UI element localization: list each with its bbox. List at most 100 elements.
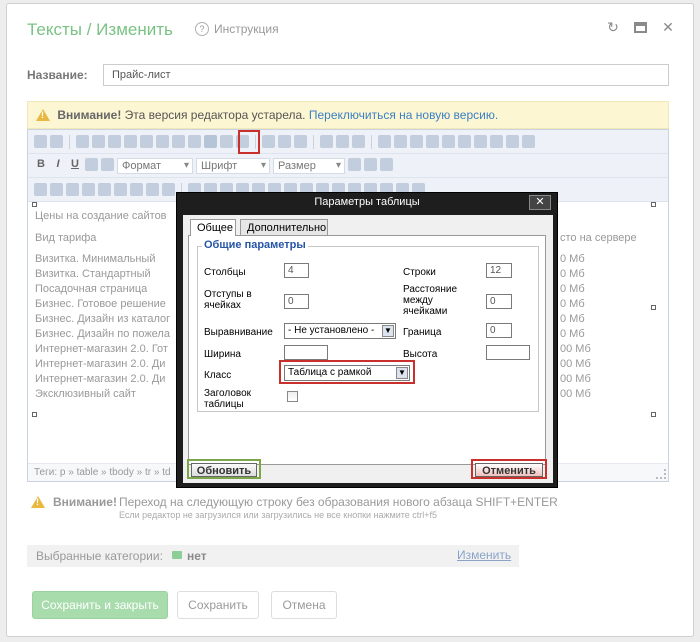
table-cell: 0 Мб [560,268,585,280]
tab-advanced[interactable]: Дополнительно [240,219,328,235]
resize-handle[interactable] [32,412,37,417]
italic-button[interactable]: I [51,158,65,171]
insert-media-icon[interactable] [92,135,105,148]
fieldset-legend: Общие параметры [202,239,308,251]
size-select[interactable]: Размер [273,158,345,174]
close-icon[interactable]: ✕ [661,20,675,34]
format-select[interactable]: Формат [117,158,193,174]
fullscreen-icon[interactable] [442,135,455,148]
table-row: Визитка. Стандартный [35,268,151,280]
print-icon[interactable] [474,135,487,148]
font-color-icon[interactable] [348,158,361,171]
paste-text-icon[interactable] [146,183,159,196]
border-input[interactable] [486,323,512,338]
replace-icon[interactable] [506,135,519,148]
numbered-list-icon[interactable] [50,135,63,148]
cellpadding-label: Отступы в ячейках [204,289,252,311]
bold-button[interactable]: B [34,158,48,171]
rows-input[interactable] [486,263,512,278]
html-icon[interactable] [188,135,201,148]
preview-icon[interactable] [458,135,471,148]
cut-icon[interactable] [82,183,95,196]
layer-icon[interactable] [394,135,407,148]
insert-row-icon[interactable] [220,135,233,148]
strikethrough-icon[interactable] [85,158,98,171]
cellspacing-input[interactable] [486,294,512,309]
tab-general[interactable]: Общее [190,219,236,236]
warning-icon [31,496,45,508]
table-row: Бизнес. Дизайн по пожела [35,328,170,340]
change-categories-link[interactable]: Изменить [457,548,511,562]
save-button[interactable]: Сохранить [177,591,259,619]
redo-icon[interactable] [50,183,63,196]
paste-word2-icon[interactable] [162,183,175,196]
help-icon: ? [195,22,209,36]
resize-handle[interactable] [651,305,656,310]
copy-icon[interactable] [114,183,127,196]
update-button[interactable]: Обновить [187,459,261,479]
cancel-button[interactable]: Отмена [271,591,337,619]
tab-panel-general: Общие параметры Столбцы Строки Отступы в… [188,235,546,465]
name-row: Название: [27,64,671,88]
abbr-icon[interactable] [426,135,439,148]
header-checkbox[interactable] [287,391,298,402]
resize-handle[interactable] [651,412,656,417]
width-label: Ширина [204,349,241,360]
delete-col-icon[interactable] [278,135,291,148]
cell-props-icon[interactable] [336,135,349,148]
name-label: Название: [27,68,88,82]
underline-button[interactable]: U [68,158,82,171]
width-input[interactable] [284,345,328,360]
refresh-icon[interactable]: ↻ [606,20,620,34]
table-properties-icon[interactable] [204,135,217,148]
columns-input[interactable] [284,263,309,278]
paste-word-icon[interactable] [522,135,535,148]
font-select[interactable]: Шрифт [196,158,270,174]
link-icon[interactable] [140,135,153,148]
dialog-cancel-button[interactable]: Отменить [471,459,547,479]
class-select[interactable]: Таблица с рамкой ▼ [284,365,410,381]
hr-icon[interactable] [98,183,111,196]
name-input[interactable] [103,64,669,86]
table-cell: 0 Мб [560,253,585,265]
insert-image-icon[interactable] [76,135,89,148]
dialog-close-icon[interactable]: ✕ [529,195,551,210]
table-cell: 0 Мб [560,298,585,310]
help-link[interactable]: ? Инструкция [195,22,279,36]
row-props-icon[interactable] [352,135,365,148]
style-icon[interactable] [410,135,423,148]
split-cells-icon[interactable] [320,135,333,148]
maximize-icon[interactable] [634,22,647,33]
merge-cells-icon[interactable] [294,135,307,148]
warning-icon [36,109,50,121]
paste-icon[interactable] [130,183,143,196]
table-cell: 00 Мб [560,388,591,400]
resize-handle[interactable] [32,202,37,207]
unlink-icon[interactable] [156,135,169,148]
bg-color-icon[interactable] [364,158,377,171]
save-and-close-button[interactable]: Сохранить и закрыть [32,591,168,619]
insert-col-icon[interactable] [262,135,275,148]
switch-editor-link[interactable]: Переключиться на новую версию. [309,108,498,122]
anchor-icon[interactable] [172,135,185,148]
bullet-list-icon[interactable] [34,135,47,148]
undo-icon[interactable] [34,183,47,196]
remove-format-icon[interactable] [101,158,114,171]
height-input[interactable] [486,345,530,360]
rows-label: Строки [403,267,436,278]
edit-image-icon[interactable] [124,135,137,148]
template-icon[interactable] [378,135,391,148]
resize-handle[interactable] [651,202,656,207]
align-select[interactable]: - Не установлено - ▼ [284,323,396,339]
hint-subtext: Если редактор не загрузился или загрузил… [119,510,438,520]
toolbar-row-1 [28,130,668,154]
spellcheck-icon[interactable] [108,135,121,148]
page-title: Тексты / Изменить [27,20,173,39]
find-icon[interactable] [490,135,503,148]
outdated-editor-warning: Внимание! Эта версия редактора устарела.… [27,101,669,129]
cellpadding-input[interactable] [284,294,309,309]
editor-resize-grip[interactable] [656,469,666,479]
categories-label: Выбранные категории: [36,549,163,563]
clean-icon[interactable] [66,183,79,196]
source-icon[interactable] [380,158,393,171]
